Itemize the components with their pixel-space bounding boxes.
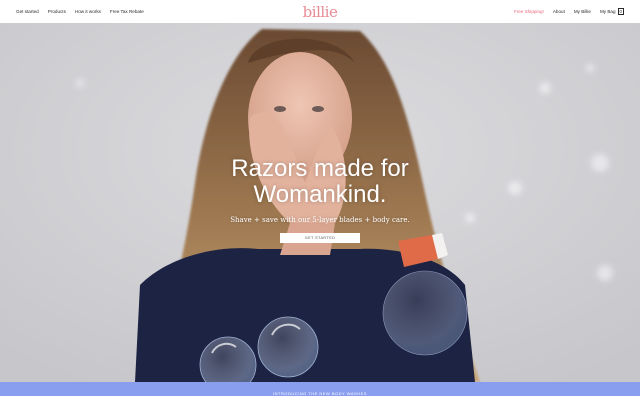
get-started-button[interactable]: GET STARTED xyxy=(280,233,360,243)
hero-section: Razors made for Womankind. Shave + save … xyxy=(0,23,640,382)
my-bag-label: My Bag xyxy=(599,9,616,14)
nav-left-links: Get started Products How it works Free T… xyxy=(16,9,144,14)
nav-link-products[interactable]: Products xyxy=(48,9,66,14)
hero-headline-line-1: Razors made for xyxy=(231,155,409,182)
top-navigation: Get started Products How it works Free T… xyxy=(0,0,640,23)
bag-count-badge: 0 xyxy=(617,8,624,15)
promo-banner[interactable]: INTRODUCING THE NEW BODY WASHES xyxy=(0,382,640,396)
hero-headline: Razors made for Womankind. xyxy=(0,156,640,208)
billie-logo[interactable]: billie xyxy=(303,2,338,21)
hero-headline-line-2: Womankind. xyxy=(253,181,387,208)
nav-link-free-shipping[interactable]: Free Shipping! xyxy=(514,9,544,14)
nav-right-links: Free Shipping! About My Billie My Bag 0 xyxy=(514,8,624,15)
page-bottom-strip xyxy=(0,396,640,412)
nav-link-my-billie[interactable]: My Billie xyxy=(574,9,591,14)
hero-copy: Razors made for Womankind. Shave + save … xyxy=(0,156,640,244)
nav-link-my-bag[interactable]: My Bag 0 xyxy=(600,8,624,15)
nav-link-get-started[interactable]: Get started xyxy=(16,9,39,14)
hero-subhead: Shave + save with our 5-layer blades + b… xyxy=(230,216,410,224)
nav-link-about[interactable]: About xyxy=(553,9,565,14)
nav-link-free-tax-rebate[interactable]: Free Tax Rebate xyxy=(110,9,144,14)
nav-link-how-it-works[interactable]: How it works xyxy=(75,9,101,14)
logo-text: billie xyxy=(302,2,338,21)
